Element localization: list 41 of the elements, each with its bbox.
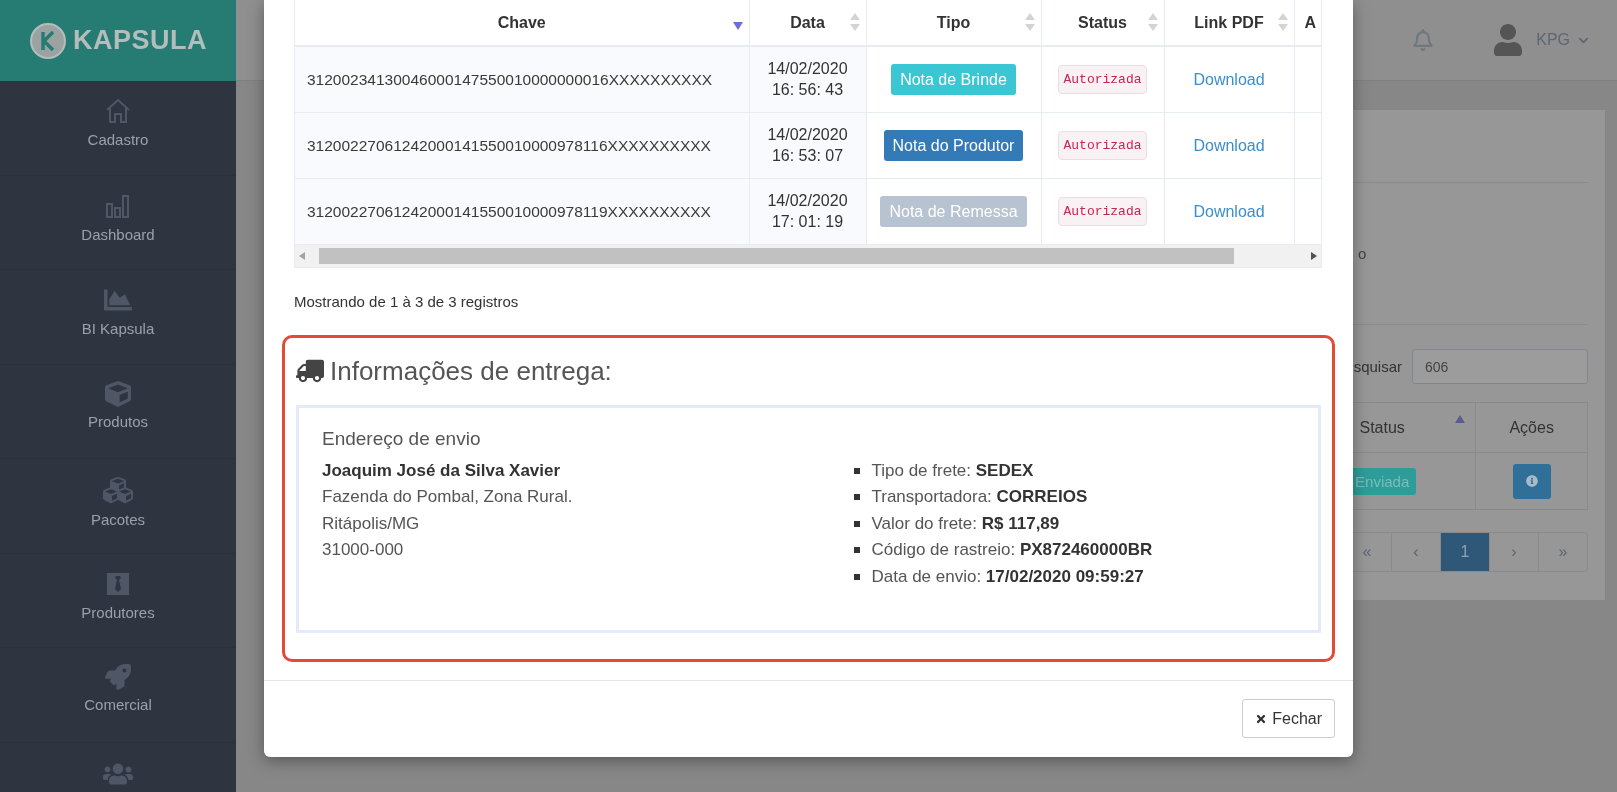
search-label: squisar [1353, 358, 1402, 375]
sidebar-item[interactable]: Dashboard [0, 175, 236, 270]
type-badge: Nota do Produtor [883, 129, 1024, 161]
shipping-detail: Código de rastreio: PX872460000BR [871, 539, 1153, 561]
shipping-detail: Data de envio: 17/02/2020 09:59:27 [871, 565, 1144, 588]
sidebar-item[interactable]: Produtores [0, 553, 236, 648]
column-header[interactable]: Ações [1475, 402, 1588, 453]
text-fragment: o [1358, 245, 1367, 262]
status-badge: Autorizada [1058, 130, 1147, 160]
table-cell: 14/02/2020 16: 53: 07 [749, 112, 866, 178]
shipping-detail: Tipo de frete: SEDEX [871, 459, 1034, 482]
table-cell: 31200227061242000141550010000978116XXXXXXXXXX [295, 112, 749, 178]
records-summary: Mostrando de 1 à 3 de 3 registros [294, 292, 520, 310]
address-line: Ritápolis/MG [322, 512, 421, 535]
type-badge: Nota de Remessa [880, 195, 1027, 227]
type-badge: Nota de Brinde [891, 63, 1016, 95]
sidebar-item[interactable]: Produtos [0, 364, 236, 459]
address-line: Fazenda do Pombal, Zona Rural. [322, 486, 574, 508]
table-cell: 31200234130046000147550010000000016XXXXXXXXXX [295, 46, 749, 112]
shipping-detail: Valor do frete: R$ 117,89 [871, 512, 1060, 535]
table-cell: 14/02/2020 17: 01: 19 [749, 178, 866, 244]
download-link[interactable]: Download [1193, 70, 1265, 88]
status-badge: Autorizada [1058, 64, 1147, 94]
close-button[interactable]: Fechar [1242, 699, 1335, 738]
shipping-detail: Transportadora: CORREIOS [871, 486, 1088, 508]
address-line: 31000-000 [322, 539, 405, 561]
search-field[interactable]: 606 [1412, 349, 1588, 384]
recipient-name: Joaquim José da Silva Xavier [322, 459, 562, 482]
sidebar-item[interactable]: Cadastro [0, 81, 236, 176]
logo-text: KAPSULA [73, 25, 207, 56]
sidebar-item[interactable]: Comercial [0, 648, 236, 743]
table-cell: 14/02/2020 16: 56: 43 [749, 46, 866, 112]
page-button[interactable]: 1 [1440, 533, 1489, 571]
sidebar-item[interactable]: Pacotes [0, 459, 236, 554]
section-title: Informações de entrega: [330, 355, 612, 387]
sidebar-item[interactable]: BI Kapsula [0, 270, 236, 365]
address-label: Endereço de envio [322, 427, 482, 450]
status-badge: Autorizada [1058, 196, 1147, 226]
table-cell: 31200227061242000141550010000978119XXXXXXXXXX [295, 178, 749, 244]
download-link[interactable]: Download [1193, 202, 1265, 220]
download-link[interactable]: Download [1193, 136, 1265, 154]
